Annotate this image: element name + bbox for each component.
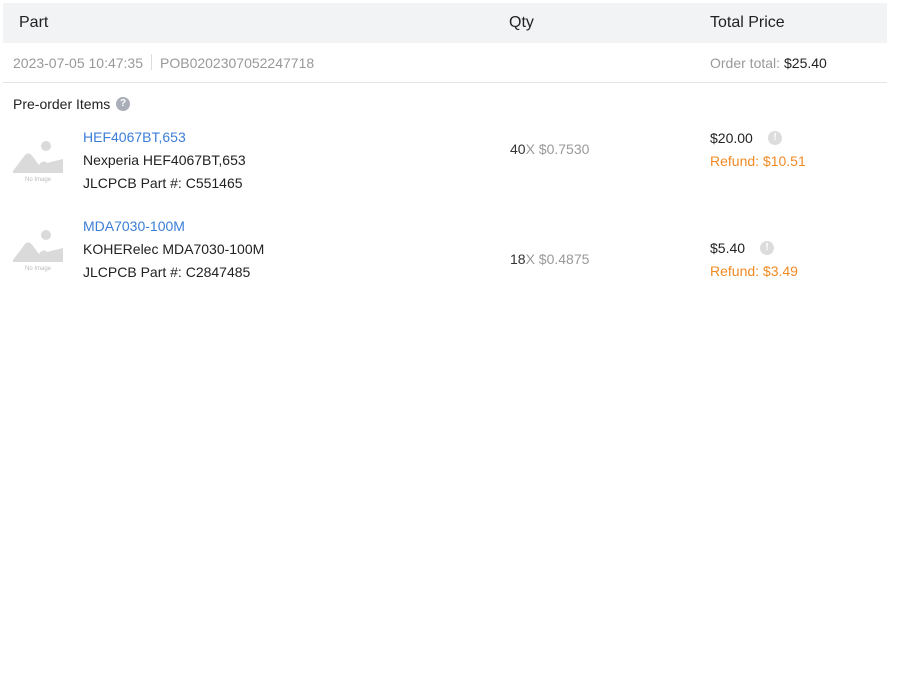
header-qty: Qty <box>509 14 534 31</box>
section-title: Pre-order Items <box>13 96 111 112</box>
item-price: $5.40 <box>710 240 746 256</box>
info-icon[interactable]: ! <box>760 241 774 255</box>
list-item: No Image HEF4067BT,653 Nexperia HEF4067B… <box>0 127 887 207</box>
help-icon[interactable]: ? <box>116 97 130 111</box>
item-price: $20.00 <box>710 130 753 146</box>
no-image-label: No Image <box>24 266 51 272</box>
product-image: No Image <box>13 135 63 185</box>
order-number: POB0202307052247718 <box>160 55 315 71</box>
unit-price: X $0.4875 <box>525 251 590 267</box>
list-item: No Image MDA7030-100M KOHERelec MDA7030-… <box>0 216 887 296</box>
table-header: Part Qty Total Price <box>3 3 887 43</box>
part-description: Nexperia HEF4067BT,653 <box>83 152 246 168</box>
order-datetime: 2023-07-05 10:47:35 <box>13 55 143 71</box>
unit-price: X $0.7530 <box>525 141 590 157</box>
order-meta-row: 2023-07-05 10:47:35 POB0202307052247718 … <box>3 43 887 83</box>
qty-value: 18 <box>510 251 526 267</box>
order-total-label: Order total: <box>710 55 781 71</box>
part-description: KOHERelec MDA7030-100M <box>83 241 265 257</box>
product-image: No Image <box>13 224 63 274</box>
no-image-label: No Image <box>24 177 51 183</box>
header-total-price: Total Price <box>710 14 785 31</box>
qty-value: 40 <box>510 141 526 157</box>
part-name-link[interactable]: HEF4067BT,653 <box>83 129 186 145</box>
refund-amount: Refund: $10.51 <box>710 153 806 169</box>
divider <box>151 54 152 70</box>
refund-amount: Refund: $3.49 <box>710 263 798 279</box>
qty-cell: 18X $0.4875 <box>510 251 589 267</box>
order-total-value: $25.40 <box>784 55 827 71</box>
part-name-link[interactable]: MDA7030-100M <box>83 218 185 234</box>
part-code: JLCPCB Part #: C2847485 <box>83 264 251 280</box>
qty-cell: 40X $0.7530 <box>510 141 589 157</box>
part-code: JLCPCB Part #: C551465 <box>83 175 243 191</box>
header-part: Part <box>19 14 49 31</box>
info-icon[interactable]: ! <box>768 131 782 145</box>
